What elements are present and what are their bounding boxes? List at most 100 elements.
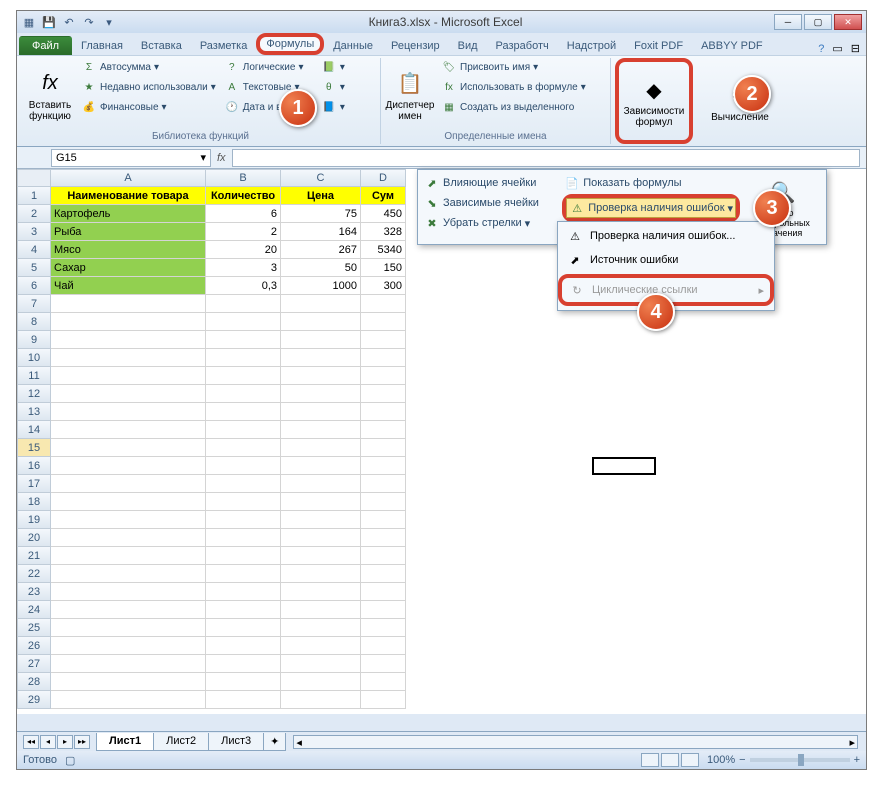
cell[interactable] bbox=[361, 403, 406, 421]
tab-insert[interactable]: Вставка bbox=[132, 36, 191, 55]
row-header[interactable]: 26 bbox=[17, 637, 51, 655]
help-icon[interactable]: ? bbox=[818, 43, 824, 55]
row-header[interactable]: 29 bbox=[17, 691, 51, 709]
view-buttons[interactable] bbox=[641, 753, 699, 767]
cell[interactable] bbox=[281, 655, 361, 673]
cell[interactable] bbox=[281, 511, 361, 529]
cell[interactable]: 0,3 bbox=[206, 277, 281, 295]
check-errors-item[interactable]: ⚠Проверка наличия ошибок... bbox=[560, 224, 772, 248]
define-name-button[interactable]: 🏷Присвоить имя ▾ bbox=[439, 58, 588, 76]
cell[interactable] bbox=[361, 385, 406, 403]
col-header-d[interactable]: D bbox=[361, 169, 406, 187]
quick-access-toolbar[interactable]: ▦ 💾 ↶ ↷ ▾ bbox=[21, 14, 117, 30]
use-in-formula-button[interactable]: fxИспользовать в формуле ▾ bbox=[439, 78, 588, 96]
cell[interactable] bbox=[51, 349, 206, 367]
cell[interactable] bbox=[51, 637, 206, 655]
recently-used-button[interactable]: ★Недавно использовали ▾ bbox=[79, 78, 218, 96]
cell[interactable]: 5340 bbox=[361, 241, 406, 259]
cell[interactable] bbox=[206, 403, 281, 421]
cell[interactable] bbox=[281, 331, 361, 349]
tab-developer[interactable]: Разработч bbox=[487, 36, 558, 55]
insert-function-button[interactable]: fx Вставить функцию bbox=[25, 58, 75, 131]
cell[interactable] bbox=[206, 601, 281, 619]
cell[interactable] bbox=[361, 529, 406, 547]
cell[interactable] bbox=[281, 313, 361, 331]
cell[interactable] bbox=[361, 673, 406, 691]
row-header[interactable]: 7 bbox=[17, 295, 51, 313]
cell[interactable] bbox=[206, 673, 281, 691]
show-formulas-button[interactable]: 📄Показать формулы bbox=[562, 174, 740, 192]
cell[interactable] bbox=[206, 457, 281, 475]
close-button[interactable]: ✕ bbox=[834, 14, 862, 30]
cell[interactable] bbox=[361, 691, 406, 709]
row-header[interactable]: 3 bbox=[17, 223, 51, 241]
cell[interactable] bbox=[281, 619, 361, 637]
fx-label[interactable]: fx bbox=[211, 152, 232, 164]
tab-home[interactable]: Главная bbox=[72, 36, 132, 55]
cell[interactable]: 50 bbox=[281, 259, 361, 277]
cell[interactable]: 150 bbox=[361, 259, 406, 277]
row-header[interactable]: 28 bbox=[17, 673, 51, 691]
create-from-selection-button[interactable]: ▦Создать из выделенного bbox=[439, 98, 588, 116]
cell[interactable] bbox=[361, 655, 406, 673]
cell[interactable]: 164 bbox=[281, 223, 361, 241]
tab-view[interactable]: Вид bbox=[449, 36, 487, 55]
formula-bar[interactable] bbox=[232, 149, 860, 167]
tab-layout[interactable]: Разметка bbox=[191, 36, 257, 55]
cell[interactable] bbox=[361, 349, 406, 367]
cell[interactable] bbox=[51, 403, 206, 421]
sheet-tab-3[interactable]: Лист3 bbox=[208, 733, 264, 751]
sheet-tab-1[interactable]: Лист1 bbox=[96, 733, 154, 751]
row-header[interactable]: 20 bbox=[17, 529, 51, 547]
zoom-level[interactable]: 100% bbox=[707, 754, 735, 766]
zoom-in-button[interactable]: + bbox=[854, 754, 860, 766]
cell[interactable] bbox=[206, 655, 281, 673]
sheet-tab-2[interactable]: Лист2 bbox=[153, 733, 209, 751]
cell[interactable] bbox=[206, 349, 281, 367]
math-button[interactable]: θ▾ bbox=[319, 78, 347, 96]
trace-error-item[interactable]: ⬈Источник ошибки bbox=[560, 248, 772, 272]
logical-button[interactable]: ?Логические ▾ bbox=[222, 58, 315, 76]
cell[interactable]: 6 bbox=[206, 205, 281, 223]
cell[interactable] bbox=[361, 565, 406, 583]
cell[interactable] bbox=[206, 367, 281, 385]
row-header[interactable]: 17 bbox=[17, 475, 51, 493]
cell[interactable]: 20 bbox=[206, 241, 281, 259]
cell[interactable] bbox=[51, 583, 206, 601]
cell[interactable] bbox=[206, 547, 281, 565]
row-header[interactable]: 23 bbox=[17, 583, 51, 601]
remove-arrows-button[interactable]: ✖Убрать стрелки ▾ bbox=[422, 214, 558, 232]
cell[interactable] bbox=[281, 529, 361, 547]
new-sheet-button[interactable]: ✦ bbox=[263, 733, 286, 751]
cell[interactable] bbox=[51, 673, 206, 691]
minimize-ribbon-icon[interactable]: ▭ bbox=[832, 42, 842, 55]
ribbon-options-icon[interactable]: ⊟ bbox=[851, 42, 860, 55]
cell[interactable] bbox=[206, 421, 281, 439]
maximize-button[interactable]: ▢ bbox=[804, 14, 832, 30]
cell[interactable] bbox=[51, 385, 206, 403]
tab-file[interactable]: Файл bbox=[19, 36, 72, 55]
financial-button[interactable]: 💰Финансовые ▾ bbox=[79, 98, 218, 116]
cell[interactable] bbox=[361, 313, 406, 331]
cell[interactable]: Количество bbox=[206, 187, 281, 205]
cell[interactable] bbox=[361, 619, 406, 637]
cell[interactable] bbox=[51, 367, 206, 385]
minimize-button[interactable]: ─ bbox=[774, 14, 802, 30]
cell[interactable] bbox=[361, 421, 406, 439]
cell[interactable] bbox=[281, 583, 361, 601]
cell[interactable] bbox=[206, 691, 281, 709]
cell[interactable] bbox=[51, 601, 206, 619]
cell[interactable] bbox=[281, 349, 361, 367]
cell[interactable] bbox=[51, 331, 206, 349]
cell[interactable] bbox=[206, 385, 281, 403]
col-header-c[interactable]: C bbox=[281, 169, 361, 187]
cell[interactable] bbox=[51, 619, 206, 637]
cell[interactable]: Цена bbox=[281, 187, 361, 205]
cell[interactable] bbox=[281, 367, 361, 385]
cell[interactable] bbox=[281, 475, 361, 493]
cell[interactable] bbox=[51, 439, 206, 457]
cell[interactable]: Сахар bbox=[51, 259, 206, 277]
cell[interactable]: 300 bbox=[361, 277, 406, 295]
row-header[interactable]: 16 bbox=[17, 457, 51, 475]
cell[interactable] bbox=[51, 529, 206, 547]
